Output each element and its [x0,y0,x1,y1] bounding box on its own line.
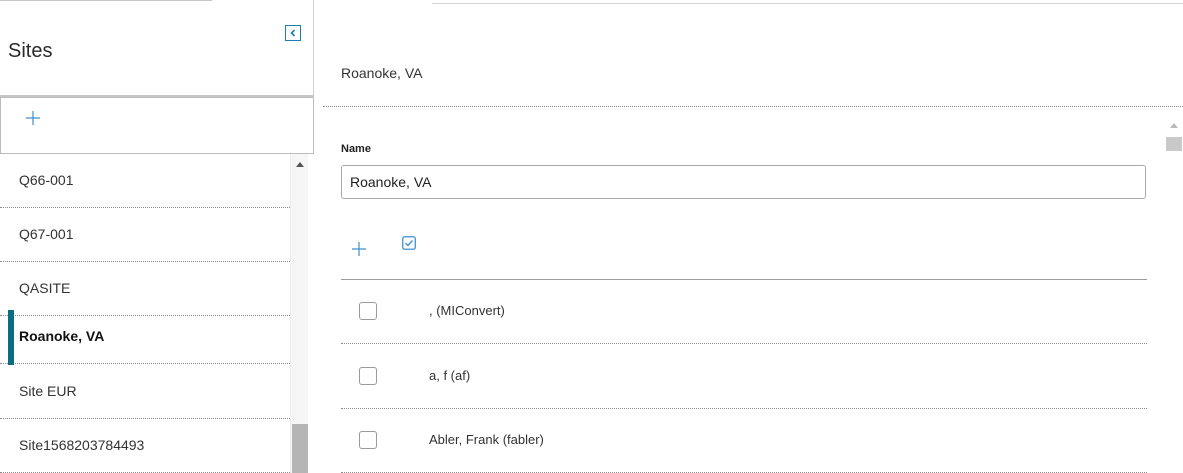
checkbox-checked-icon[interactable] [402,236,416,250]
list-item-selected[interactable]: Roanoke, VA [0,310,290,365]
plus-icon [26,111,40,125]
list-item[interactable]: Site1568203784493 [0,419,290,473]
table-row[interactable]: , (MIConvert) [341,280,1147,344]
list-item[interactable]: Q66-001 [0,154,290,208]
site-label: QASITE [19,280,71,296]
site-label: Q66-001 [19,172,74,188]
row-checkbox[interactable] [359,367,377,385]
table-row[interactable]: Abler, Frank (fabler) [341,409,1147,473]
list-item[interactable]: Q67-001 [0,208,290,262]
detail-scrollbar[interactable] [1165,115,1183,473]
sites-panel: Sites Q66-001 Q67-001 QASITE Roanoke, VA… [0,0,314,473]
user-label: Abler, Frank (fabler) [429,432,544,447]
scroll-up-icon[interactable] [296,162,304,167]
scrollbar-thumb[interactable] [292,424,308,473]
user-label: a, f (af) [429,368,471,383]
sites-panel-title: Sites [8,40,53,62]
add-site-button[interactable] [0,97,314,154]
scroll-up-icon[interactable] [1170,123,1178,128]
list-item[interactable]: QASITE [0,262,290,316]
collapse-panel-button[interactable] [285,25,301,41]
sites-panel-header: Sites [0,0,314,97]
list-item[interactable]: Site EUR [0,365,290,419]
name-field[interactable] [341,165,1146,199]
user-label: , (MIConvert) [429,303,505,318]
chevron-left-icon [290,29,296,37]
selection-indicator [8,310,14,365]
site-detail-form: Name , (MIConvert) a, f (af) Abler, Fran… [323,107,1183,473]
table-row[interactable]: a, f (af) [341,345,1147,409]
sites-list: Q66-001 Q67-001 QASITE Roanoke, VA Site … [0,154,290,473]
name-field-label: Name [341,143,371,155]
site-label: Site1568203784493 [19,437,145,453]
row-checkbox[interactable] [359,302,377,320]
row-checkbox[interactable] [359,431,377,449]
site-label: Roanoke, VA [19,328,105,344]
sites-list-scrollbar[interactable] [290,154,308,473]
plus-icon[interactable] [351,241,367,257]
site-label: Site EUR [19,383,77,399]
detail-title: Roanoke, VA [341,65,423,81]
divider [432,3,1183,4]
scrollbar-thumb[interactable] [1166,137,1182,151]
site-label: Q67-001 [19,226,74,242]
